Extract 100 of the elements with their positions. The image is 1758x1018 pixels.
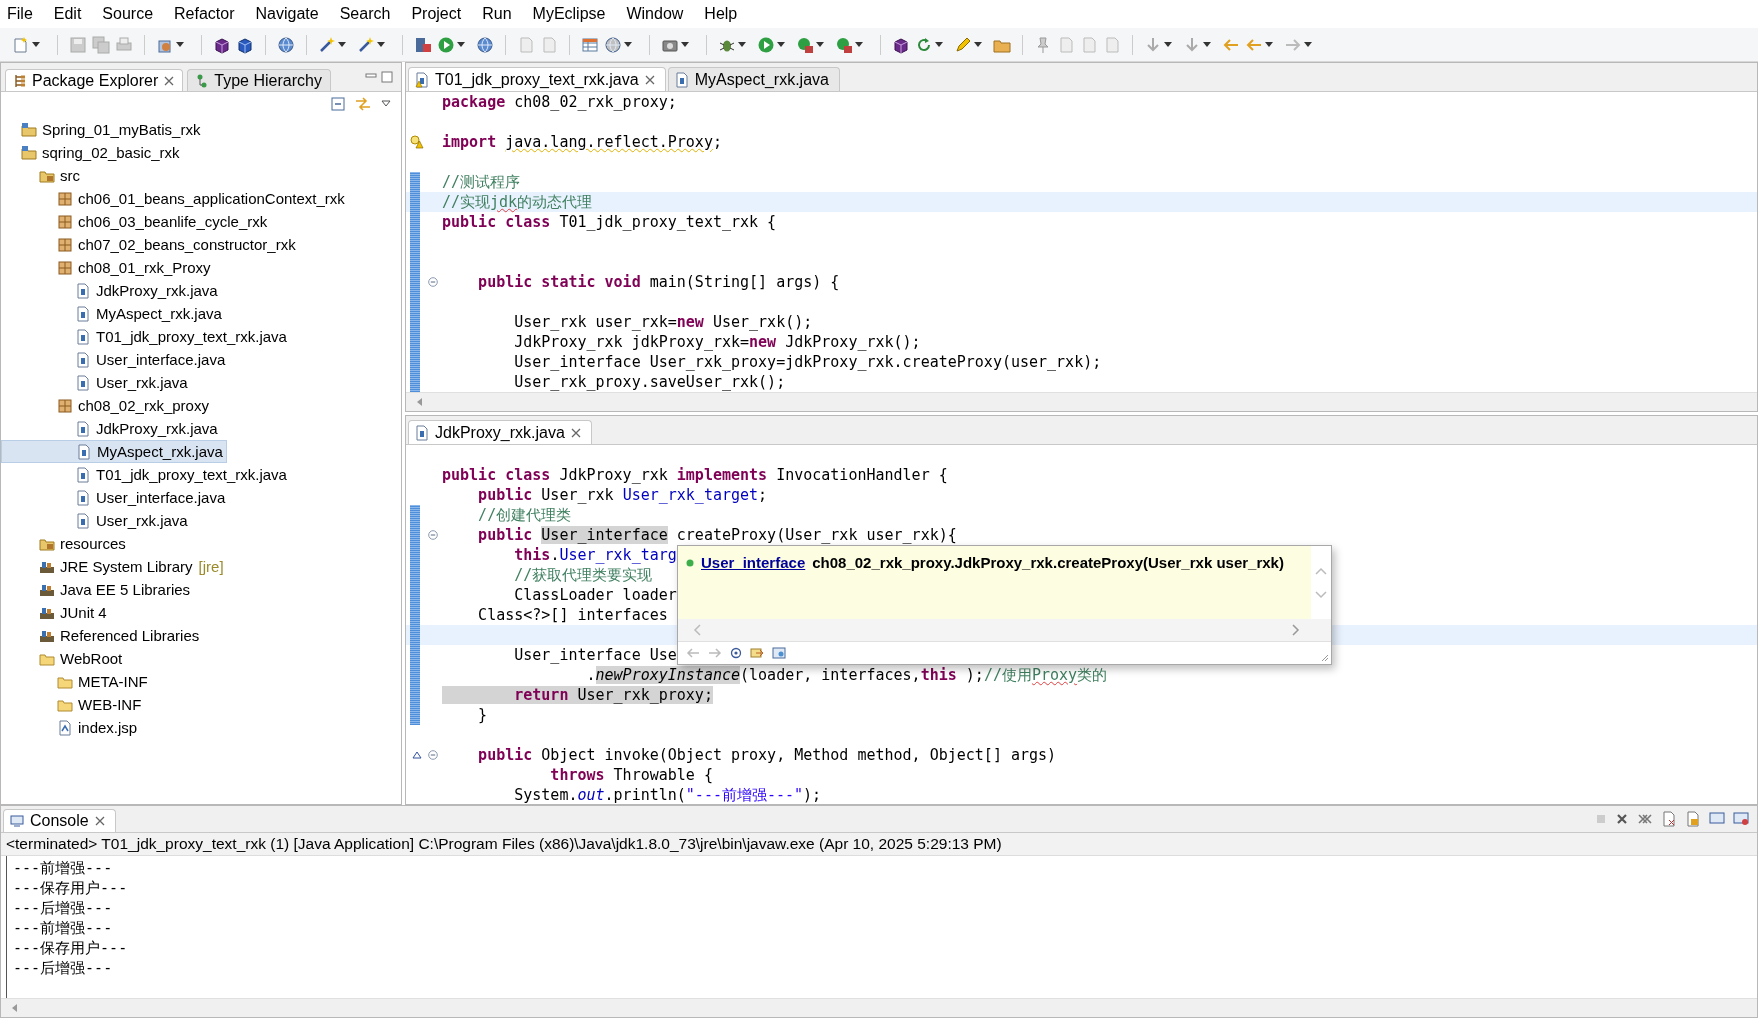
document-icon[interactable] xyxy=(1685,811,1701,827)
wand-icon[interactable] xyxy=(318,35,336,54)
menu-item[interactable]: Window xyxy=(619,3,694,25)
globe-icon[interactable] xyxy=(476,35,494,54)
editor-tab[interactable]: MyAspect_rxk.java xyxy=(667,67,840,91)
collapse-all-icon[interactable] xyxy=(331,97,345,111)
pencil-icon[interactable] xyxy=(954,35,972,54)
browser-icon[interactable] xyxy=(772,647,786,659)
caret-icon[interactable] xyxy=(777,41,785,48)
menu-item[interactable]: Help xyxy=(697,3,748,25)
collapse-icon[interactable] xyxy=(428,530,438,540)
tree-item[interactable]: WEB-INF xyxy=(1,693,145,716)
close-icon[interactable] xyxy=(94,816,105,826)
caret-icon[interactable] xyxy=(457,41,465,48)
run-icon[interactable] xyxy=(835,35,853,54)
resize-grip-icon[interactable] xyxy=(1321,654,1329,662)
type-link[interactable]: User_interface xyxy=(701,554,806,571)
caret-icon[interactable] xyxy=(738,41,746,48)
scroll-left-icon[interactable] xyxy=(11,1003,19,1013)
tree-item[interactable]: src xyxy=(1,164,83,187)
tree-item[interactable]: User_rxk.java xyxy=(1,509,191,532)
view-tab[interactable]: Type Hierarchy xyxy=(187,69,331,91)
tree-item[interactable]: ch08_02_rxk_proxy xyxy=(1,394,212,417)
refresh-icon[interactable] xyxy=(915,35,933,54)
horizontal-scrollbar[interactable] xyxy=(1,998,1757,1017)
close-icon[interactable] xyxy=(644,74,655,85)
tree-item[interactable]: ch06_01_beans_applicationContext_rxk xyxy=(1,187,348,210)
globe-icon[interactable] xyxy=(604,35,622,54)
collapse-icon[interactable] xyxy=(428,277,438,287)
monitor-icon[interactable] xyxy=(1709,811,1725,827)
caret-icon[interactable] xyxy=(974,41,982,48)
caret-icon[interactable] xyxy=(338,41,346,48)
server-icon[interactable] xyxy=(414,35,432,54)
tree-item[interactable]: WebRoot xyxy=(1,647,126,670)
link-icon[interactable] xyxy=(355,97,371,111)
tree-item[interactable]: JUnit 4 xyxy=(1,601,110,624)
tree-item[interactable]: Spring_01_myBatis_rxk xyxy=(1,118,204,141)
menu-item[interactable]: Run xyxy=(475,3,522,25)
tree-item[interactable]: Referenced Libraries xyxy=(1,624,203,647)
caret-icon[interactable] xyxy=(624,41,632,48)
view-menu-icon[interactable] xyxy=(381,100,391,108)
tree-item[interactable]: index.jsp xyxy=(1,716,141,739)
close-icon[interactable] xyxy=(164,75,175,86)
tree-item[interactable]: User_interface.java xyxy=(1,486,229,509)
caret-icon[interactable] xyxy=(32,41,40,48)
tree-item[interactable]: JRE System Library [jre] xyxy=(1,555,227,578)
close-icon[interactable] xyxy=(1615,812,1629,826)
caret-icon[interactable] xyxy=(1203,41,1211,48)
editor-tab[interactable]: JdkProxy_rxk.java xyxy=(408,420,592,444)
close-icon[interactable] xyxy=(570,427,581,438)
tree-item[interactable]: ch06_03_beanlife_cycle_rxk xyxy=(1,210,271,233)
wand-icon[interactable] xyxy=(357,35,375,54)
scroll-right-icon[interactable] xyxy=(1291,623,1301,637)
tree-item[interactable]: META-INF xyxy=(1,670,151,693)
tree-item[interactable]: sqring_02_basic_rxk xyxy=(1,141,183,164)
globe-icon[interactable] xyxy=(277,35,295,54)
table-icon[interactable] xyxy=(581,35,599,54)
tree-item[interactable]: ch07_02_beans_constructor_rxk xyxy=(1,233,299,256)
view-tab[interactable]: Package Explorer xyxy=(5,69,184,91)
caret-icon[interactable] xyxy=(816,41,824,48)
view-tab[interactable]: Console xyxy=(3,809,116,832)
tree-item[interactable]: T01_jdk_proxy_text_rxk.java xyxy=(1,463,290,486)
menu-item[interactable]: Edit xyxy=(46,3,92,25)
maximize-icon[interactable] xyxy=(381,71,393,83)
horizontal-scrollbar[interactable] xyxy=(406,392,1757,411)
menu-item[interactable]: Project xyxy=(404,3,472,25)
tree-item[interactable]: Java EE 5 Libraries xyxy=(1,578,194,601)
tree-item[interactable]: JdkProxy_rxk.java xyxy=(1,279,221,302)
caret-icon[interactable] xyxy=(855,41,863,48)
menu-item[interactable]: File xyxy=(0,3,43,25)
javadoc-icon[interactable] xyxy=(730,647,742,659)
document-icon[interactable] xyxy=(1661,811,1677,827)
tree-item[interactable]: ch08_01_rxk_Proxy xyxy=(1,256,214,279)
menu-item[interactable]: Navigate xyxy=(248,3,329,25)
caret-icon[interactable] xyxy=(681,41,689,48)
tree-item[interactable]: JdkProxy_rxk.java xyxy=(1,417,221,440)
tree-item[interactable]: MyAspect_rxk.java xyxy=(1,440,227,463)
editor-tab[interactable]: T01_jdk_proxy_text_rxk.java xyxy=(408,67,666,91)
tree-item[interactable]: T01_jdk_proxy_text_rxk.java xyxy=(1,325,290,348)
triangle-icon[interactable] xyxy=(412,751,422,759)
menu-item[interactable]: Source xyxy=(95,3,164,25)
caret-icon[interactable] xyxy=(1164,41,1172,48)
warning-icon[interactable] xyxy=(410,135,424,149)
scroll-left-icon[interactable] xyxy=(416,397,424,407)
collapse-icon[interactable] xyxy=(428,750,438,760)
menu-item[interactable]: Refactor xyxy=(167,3,245,25)
open-declaration-icon[interactable] xyxy=(750,647,764,659)
menu-item[interactable]: MyEclipse xyxy=(525,3,616,25)
caret-icon[interactable] xyxy=(1265,41,1273,48)
close-all-icon[interactable] xyxy=(1637,812,1653,826)
run-icon[interactable] xyxy=(796,35,814,54)
caret-icon[interactable] xyxy=(377,41,385,48)
tree-item[interactable]: MyAspect_rxk.java xyxy=(1,302,225,325)
tree-item[interactable]: User_rxk.java xyxy=(1,371,191,394)
monitor-icon[interactable] xyxy=(1733,811,1749,827)
caret-icon[interactable] xyxy=(1304,41,1312,48)
menu-item[interactable]: Search xyxy=(332,3,401,25)
caret-icon[interactable] xyxy=(935,41,943,48)
tree-item[interactable]: resources xyxy=(1,532,129,555)
caret-icon[interactable] xyxy=(176,41,184,48)
